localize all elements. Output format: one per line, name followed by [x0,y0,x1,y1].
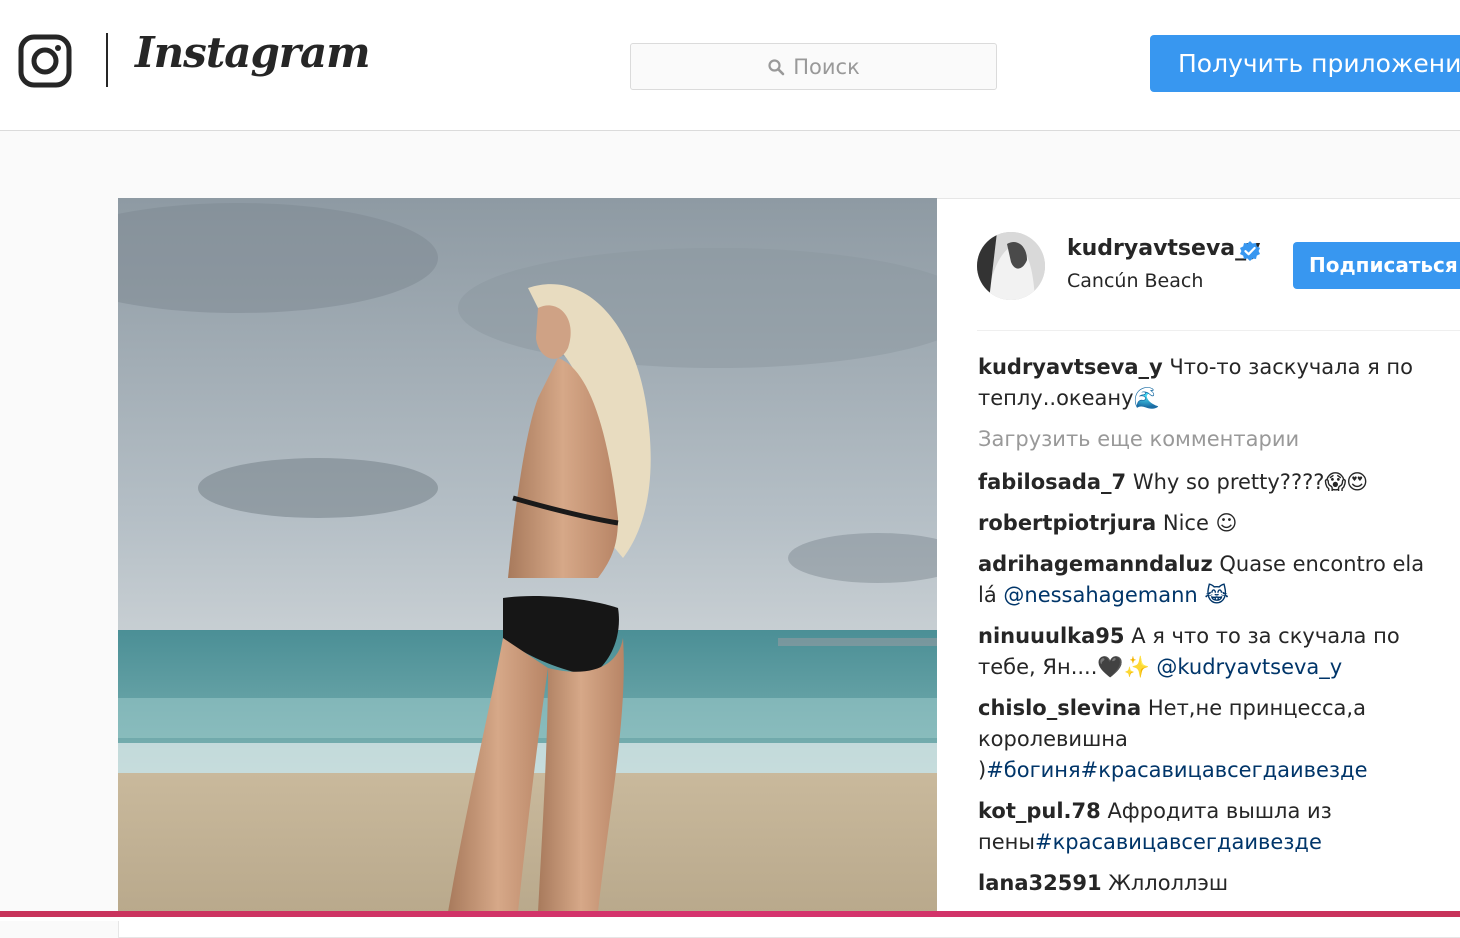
top-header: Instagram Поиск Получить приложение [0,0,1460,131]
comment-hashtag-link[interactable]: #красавицавсегдаивезде [1035,830,1322,854]
comment-item: kot_pul.78 Афродита вышла из пены#красав… [978,796,1443,858]
comment-text: Жллоллэш [1108,871,1229,895]
post-author-username[interactable]: kudryavtseva_y [1067,236,1260,261]
follow-button[interactable]: Подписаться [1293,242,1460,289]
comment-username[interactable]: fabilosada_7 [978,470,1126,494]
comment-mention-link[interactable]: @kudryavtseva_y [1156,655,1342,679]
comment-username[interactable]: ninuuulka95 [978,624,1125,648]
verified-badge-icon [1240,241,1260,261]
comment-mention-link[interactable]: @nessahagemann 😹 [1003,583,1229,607]
post-side-panel: kudryavtseva_y Cancún Beach Подписаться … [937,198,1460,912]
comment-item: fabilosada_7 Why so pretty????😱😍 [978,467,1443,498]
comment-item: robertpiotrjura Nice ☺ [978,508,1443,539]
comment-username[interactable]: adrihagemanndaluz [978,552,1213,576]
comment-username[interactable]: kot_pul.78 [978,799,1101,823]
comments-list: kudryavtseva_y Что-то заскучала я по теп… [978,352,1443,909]
bottom-edge [0,917,1460,921]
caption: kudryavtseva_y Что-то заскучала я по теп… [978,352,1443,414]
search-input[interactable]: Поиск [630,43,997,90]
post-location[interactable]: Cancún Beach [1067,270,1203,292]
comment-item: ninuuulka95 А я что то за скучала по теб… [978,621,1443,683]
comment-item: chislo_slevina Нет,не принцесса,а короле… [978,693,1443,786]
get-app-button[interactable]: Получить приложение [1150,35,1460,92]
comment-item: adrihagemanndaluz Quase encontro ela lá … [978,549,1443,611]
logo-divider [106,33,108,87]
comment-username[interactable]: chislo_slevina [978,696,1141,720]
comment-username[interactable]: lana32591 [978,871,1102,895]
search-placeholder: Поиск [793,54,860,79]
load-more-comments-button[interactable]: Загрузить еще комментарии [978,424,1443,455]
instagram-logo-icon[interactable] [18,34,72,88]
comment-hashtag-link[interactable]: #богиня#красавицавсегдаивезде [986,758,1367,782]
caption-username[interactable]: kudryavtseva_y [978,355,1163,379]
comment-text: Nice ☺ [1162,511,1238,535]
search-icon [768,58,785,75]
comment-text: Why so pretty????😱😍 [1132,470,1369,494]
post-photo[interactable] [118,198,937,912]
instagram-wordmark[interactable]: Instagram [135,28,371,77]
comment-item: lana32591 Жллоллэш [978,868,1443,899]
panel-divider [977,330,1460,331]
comment-username[interactable]: robertpiotrjura [978,511,1156,535]
avatar[interactable] [977,232,1045,300]
